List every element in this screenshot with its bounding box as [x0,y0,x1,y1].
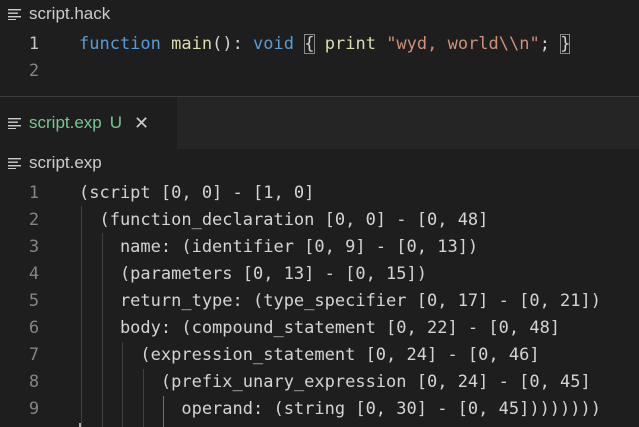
line-number: 9 [28,399,40,420]
code-token: void [253,33,294,54]
code-text[interactable]: body: (compound_statement [0, 22] - [0, … [79,318,560,338]
code-text[interactable]: function main(): void { print "wyd, worl… [79,33,571,54]
lines-icon [8,117,21,129]
code-token: (): [212,33,254,54]
close-icon[interactable]: ✕ [134,114,149,132]
code-line[interactable]: 9 operand: (string [0, 30] - [0, 45]))))… [0,396,639,423]
code-text[interactable]: (expression_statement [0, 24] - [0, 46] [79,345,539,365]
breadcrumb-file[interactable]: script.hack [29,4,110,24]
code-token: "wyd, world\\n" [386,33,540,54]
code-token: } [560,33,571,54]
indent-guide [122,341,123,427]
code-text[interactable]: (function_declaration [0, 0] - [0, 48] [79,210,488,230]
code-line[interactable]: 2 [0,57,639,84]
code-line[interactable]: 3 name: (identifier [0, 9] - [0, 13]) [0,233,639,260]
code-token: ; [539,33,561,54]
code-line[interactable]: 6 body: (compound_statement [0, 22] - [0… [0,315,639,342]
text-cursor [79,423,81,427]
breadcrumb[interactable]: script.hack [8,2,110,26]
code-text[interactable]: (script [0, 0] - [1, 0] [79,183,314,203]
line-number: 2 [28,60,40,81]
line-number: 3 [28,236,40,257]
code-text[interactable]: return_type: (type_specifier [0, 17] - [… [79,291,601,311]
code-line[interactable]: 7 (expression_statement [0, 24] - [0, 46… [0,342,639,369]
line-number: 2 [28,209,40,230]
line-number: 7 [28,345,40,366]
indent-guide [163,395,164,427]
line-number: 1 [28,182,40,203]
indent-guide [101,233,103,427]
code-line[interactable]: 8 (prefix_unary_expression [0, 24] - [0,… [0,369,639,396]
code-token: main [171,33,213,54]
code-line[interactable]: 4 (parameters [0, 13] - [0, 15]) [0,260,639,287]
code-line[interactable]: 5 return_type: (type_specifier [0, 17] -… [0,287,639,314]
indent-guide [142,368,144,427]
git-status-badge: U [109,113,123,132]
editor-pane-script-exp[interactable]: script.exp 1 (script [0, 0] - [1, 0] 2 (fu… [0,149,639,427]
lines-icon [8,157,21,169]
code-token: print [324,33,376,54]
breadcrumb[interactable]: script.exp [8,151,102,175]
line-number: 4 [28,263,40,284]
tab-bar: script.exp U ✕ [0,97,639,149]
code-text[interactable]: (prefix_unary_expression [0, 24] - [0, 4… [79,372,591,392]
line-number: 8 [28,372,40,393]
editor-pane-script-hack[interactable]: script.hack 1 function main(): void { pri… [0,0,639,96]
code-line[interactable]: 2 (function_declaration [0, 0] - [0, 48] [0,206,639,233]
indent-guide [81,206,82,427]
code-text[interactable]: (parameters [0, 13] - [0, 15]) [79,264,427,284]
line-number: 5 [28,290,40,311]
code-line[interactable]: 1 (script [0, 0] - [1, 0] [0,179,639,206]
code-token: { [304,33,315,54]
code-line[interactable]: 1 function main(): void { print "wyd, wor… [0,30,639,57]
code-text[interactable]: name: (identifier [0, 9] - [0, 13]) [79,237,478,257]
line-number: 1 [28,33,40,54]
code-text[interactable]: operand: (string [0, 30] - [0, 45]))))))… [79,399,601,419]
tab-script-exp[interactable]: script.exp U ✕ [0,97,177,149]
breadcrumb-file[interactable]: script.exp [29,153,102,173]
code-token: function [79,33,161,54]
lines-icon [8,8,21,20]
tab-label[interactable]: script.exp [29,113,102,133]
line-number: 6 [28,318,40,338]
